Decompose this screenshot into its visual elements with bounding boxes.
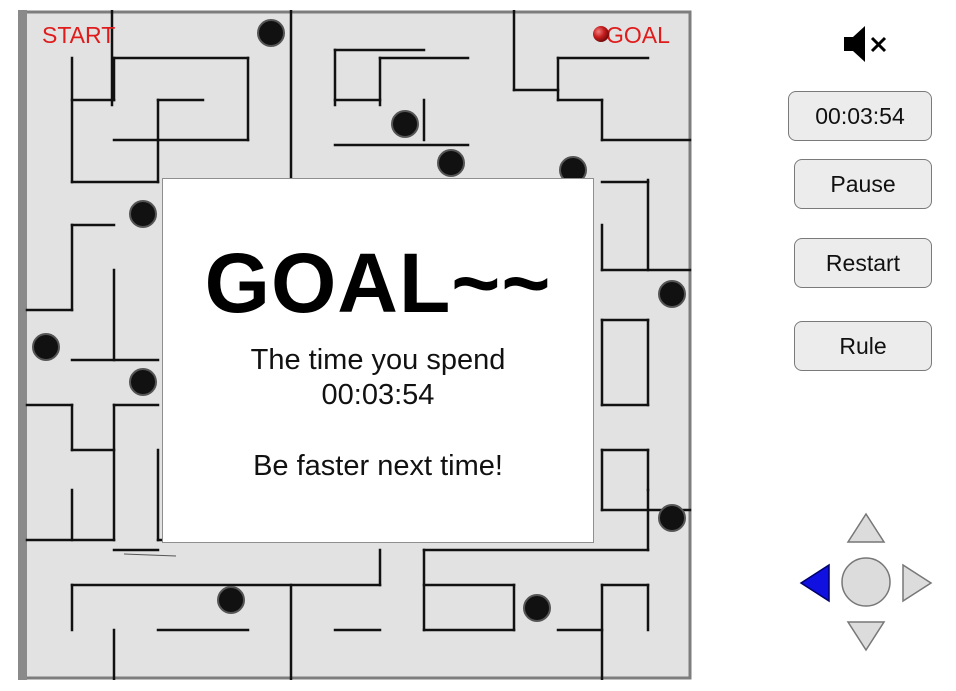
obstacle-ball <box>437 149 465 177</box>
obstacle-ball <box>391 110 419 138</box>
down-arrow-button[interactable] <box>846 621 886 652</box>
right-arrow-button[interactable] <box>902 563 933 603</box>
player-ball <box>593 26 609 42</box>
mute-button[interactable] <box>838 20 898 68</box>
up-arrow-button[interactable] <box>846 512 886 543</box>
obstacle-ball <box>523 594 551 622</box>
obstacle-ball <box>129 368 157 396</box>
direction-pad <box>795 508 940 658</box>
encouragement-message: Be faster next time! <box>253 449 503 482</box>
obstacle-ball <box>658 280 686 308</box>
timer-display: 00:03:54 <box>788 91 932 141</box>
obstacle-ball <box>129 200 157 228</box>
time-spent-value: 00:03:54 <box>321 378 435 411</box>
left-arrow-button[interactable] <box>799 563 830 603</box>
center-button[interactable] <box>841 557 891 607</box>
obstacle-ball <box>217 586 245 614</box>
rule-button[interactable]: Rule <box>794 321 932 371</box>
goal-dialog: GOAL~~ The time you spend 00:03:54 Be fa… <box>162 178 594 543</box>
restart-button[interactable]: Restart <box>794 238 932 288</box>
pause-button[interactable]: Pause <box>794 159 932 209</box>
speaker-muted-icon <box>844 26 887 62</box>
time-spent-label: The time you spend <box>250 344 506 376</box>
obstacle-ball <box>658 504 686 532</box>
obstacle-ball <box>257 19 285 47</box>
goal-heading: GOAL~~ <box>204 236 552 330</box>
obstacle-ball <box>32 333 60 361</box>
